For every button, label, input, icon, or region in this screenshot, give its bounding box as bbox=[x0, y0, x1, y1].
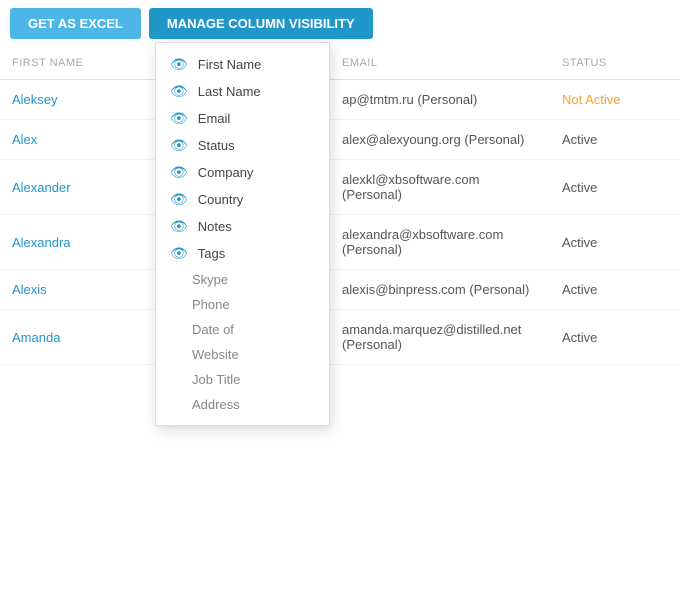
cell-status: Not Active bbox=[550, 80, 680, 120]
dropdown-item-country[interactable]: 👁 Country bbox=[156, 186, 329, 213]
dropdown-item-skype[interactable]: Skype bbox=[156, 267, 329, 292]
cell-firstname: Aleksey bbox=[0, 80, 170, 120]
dropdown-item-tags[interactable]: 👁 Tags bbox=[156, 240, 329, 267]
dropdown-item-label: Tags bbox=[198, 246, 225, 261]
dropdown-item-label: Phone bbox=[192, 297, 230, 312]
cell-firstname: Alexis bbox=[0, 270, 170, 310]
dropdown-item-label: Status bbox=[198, 138, 235, 153]
table-row: Alexis alexis@binpress.com (Personal)Acti… bbox=[0, 270, 680, 310]
dropdown-item-email[interactable]: 👁 Email bbox=[156, 105, 329, 132]
cell-firstname: Amanda bbox=[0, 310, 170, 365]
header-email: EMAIL bbox=[330, 47, 550, 80]
excel-button[interactable]: GET AS EXCEL bbox=[10, 8, 141, 39]
dropdown-item-notes[interactable]: 👁 Notes bbox=[156, 213, 329, 240]
cell-email: alexis@binpress.com (Personal) bbox=[330, 270, 550, 310]
cell-status: Active bbox=[550, 270, 680, 310]
cell-status: Active bbox=[550, 310, 680, 365]
contacts-table: FIRST NAME EMAIL STATUS Aleksey ap@tmtm.r… bbox=[0, 47, 680, 365]
cell-email: ap@tmtm.ru (Personal) bbox=[330, 80, 550, 120]
cell-firstname: Alexandra bbox=[0, 215, 170, 270]
dropdown-item-label: Job Title bbox=[192, 372, 240, 387]
eye-icon: 👁 bbox=[170, 218, 188, 235]
cell-email: alexandra@xbsoftware.com (Personal) bbox=[330, 215, 550, 270]
eye-icon: 👁 bbox=[170, 164, 188, 181]
dropdown-item-date-of[interactable]: Date of bbox=[156, 317, 329, 342]
dropdown-item-phone[interactable]: Phone bbox=[156, 292, 329, 317]
cell-firstname: Alex bbox=[0, 120, 170, 160]
column-visibility-dropdown: 👁 First Name 👁 Last Name 👁 Email 👁 Status 👁 Compa… bbox=[155, 42, 330, 426]
dropdown-item-label: Website bbox=[192, 347, 239, 362]
dropdown-item-label: Date of bbox=[192, 322, 234, 337]
cell-email: amanda.marquez@distilled.net (Personal) bbox=[330, 310, 550, 365]
dropdown-item-label: Last Name bbox=[198, 84, 261, 99]
dropdown-item-first-name[interactable]: 👁 First Name bbox=[156, 51, 329, 78]
table-row: Alexander alexkl@xbsoftware.com (Personal… bbox=[0, 160, 680, 215]
dropdown-item-address[interactable]: Address bbox=[156, 392, 329, 417]
header-firstname: FIRST NAME bbox=[0, 47, 170, 80]
dropdown-item-label: Notes bbox=[198, 219, 232, 234]
dropdown-item-website[interactable]: Website bbox=[156, 342, 329, 367]
table-row: Alex alex@alexyoung.org (Personal)Active bbox=[0, 120, 680, 160]
cell-status: Active bbox=[550, 120, 680, 160]
dropdown-item-status[interactable]: 👁 Status bbox=[156, 132, 329, 159]
eye-icon: 👁 bbox=[170, 245, 188, 262]
dropdown-item-label: First Name bbox=[198, 57, 262, 72]
dropdown-item-job-title[interactable]: Job Title bbox=[156, 367, 329, 392]
dropdown-item-label: Skype bbox=[192, 272, 228, 287]
toolbar: GET AS EXCEL MANAGE COLUMN VISIBILITY bbox=[0, 0, 680, 47]
cell-status: Active bbox=[550, 160, 680, 215]
eye-icon: 👁 bbox=[170, 110, 188, 127]
cell-status: Active bbox=[550, 215, 680, 270]
table-row: Aleksey ap@tmtm.ru (Personal)Not Active bbox=[0, 80, 680, 120]
dropdown-item-company[interactable]: 👁 Company bbox=[156, 159, 329, 186]
cell-email: alexkl@xbsoftware.com (Personal) bbox=[330, 160, 550, 215]
dropdown-item-label: Country bbox=[198, 192, 244, 207]
dropdown-item-last-name[interactable]: 👁 Last Name bbox=[156, 78, 329, 105]
eye-icon: 👁 bbox=[170, 137, 188, 154]
table-row: Alexandra alexandra@xbsoftware.com (Perso… bbox=[0, 215, 680, 270]
manage-visibility-button[interactable]: MANAGE COLUMN VISIBILITY bbox=[149, 8, 373, 39]
cell-firstname: Alexander bbox=[0, 160, 170, 215]
dropdown-item-label: Address bbox=[192, 397, 240, 412]
cell-email: alex@alexyoung.org (Personal) bbox=[330, 120, 550, 160]
dropdown-item-label: Company bbox=[198, 165, 254, 180]
eye-icon: 👁 bbox=[170, 83, 188, 100]
eye-icon: 👁 bbox=[170, 56, 188, 73]
dropdown-item-label: Email bbox=[198, 111, 231, 126]
table-row: AmandaMarquezamanda.marquez@distilled.ne… bbox=[0, 310, 680, 365]
header-status: STATUS bbox=[550, 47, 680, 80]
eye-icon: 👁 bbox=[170, 191, 188, 208]
